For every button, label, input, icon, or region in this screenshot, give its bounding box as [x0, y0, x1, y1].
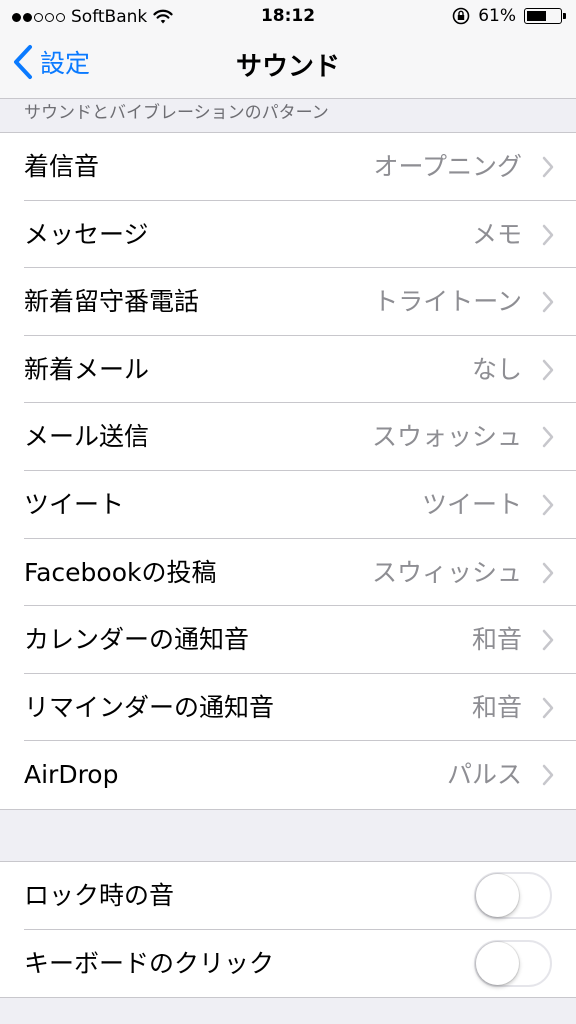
- sound-row-facebook-post[interactable]: Facebookの投稿 スウィッシュ: [0, 539, 576, 607]
- navigation-bar: 設定 サウンド: [0, 34, 576, 98]
- row-value: トライトーン: [373, 287, 522, 317]
- row-label: リマインダーの通知音: [24, 692, 275, 722]
- sound-row-airdrop[interactable]: AirDrop パルス: [0, 741, 576, 809]
- switch-knob: [476, 874, 519, 917]
- chevron-right-icon: [542, 427, 554, 448]
- row-label: メッセージ: [24, 219, 149, 249]
- row-label: ロック時の音: [24, 881, 175, 910]
- sound-list: 着信音 オープニング メッセージ メモ 新着留守番電話 トライトーン 新着メール…: [0, 133, 576, 809]
- row-value: なし: [471, 354, 522, 384]
- toggle-row-lock-sound: ロック時の音: [0, 862, 576, 930]
- row-label: メール送信: [24, 422, 150, 452]
- status-bar: SoftBank 18:12 61%: [0, 0, 576, 34]
- switch-knob: [476, 941, 519, 985]
- status-right: 61%: [452, 6, 566, 26]
- row-label: 着信音: [24, 152, 100, 181]
- section-header: サウンドとバイブレーションのパターン: [24, 103, 329, 123]
- keyboard-clicks-switch[interactable]: [474, 939, 552, 987]
- row-value: スウォッシュ: [371, 422, 522, 452]
- sound-row-sent-mail[interactable]: メール送信 スウォッシュ: [0, 403, 576, 471]
- chevron-right-icon: [542, 697, 554, 718]
- row-label: カレンダーの通知音: [24, 625, 250, 655]
- lock-sound-switch[interactable]: [474, 872, 552, 919]
- chevron-right-icon: [542, 629, 554, 651]
- sound-row-voicemail[interactable]: 新着留守番電話 トライトーン: [0, 268, 576, 336]
- row-value: オープニング: [373, 152, 522, 181]
- row-value: メモ: [471, 219, 522, 249]
- row-label: ツイート: [24, 489, 125, 519]
- sound-row-tweet[interactable]: ツイート ツイート: [0, 471, 576, 539]
- row-label: AirDrop: [24, 760, 119, 790]
- sound-row-message[interactable]: メッセージ メモ: [0, 201, 576, 269]
- chevron-right-icon: [542, 156, 554, 178]
- battery-icon: [524, 8, 566, 24]
- battery-level-fill: [527, 11, 546, 21]
- toggle-row-keyboard-clicks: キーボードのクリック: [0, 930, 576, 998]
- page-title: サウンド: [235, 52, 340, 82]
- row-value: パルス: [446, 760, 522, 790]
- row-label: キーボードのクリック: [24, 948, 275, 978]
- row-value: 和音: [471, 625, 522, 655]
- row-value: 和音: [471, 692, 522, 722]
- rotation-lock-icon: [452, 7, 470, 25]
- list-bottom-divider: [0, 809, 576, 810]
- chevron-right-icon: [542, 224, 554, 245]
- toggle-list: ロック時の音 キーボードのクリック: [0, 862, 576, 998]
- sound-row-new-mail[interactable]: 新着メール なし: [0, 336, 576, 404]
- row-value: ツイート: [421, 489, 522, 519]
- chevron-right-icon: [542, 562, 554, 583]
- chevron-right-icon: [542, 765, 554, 786]
- chevron-right-icon: [542, 359, 554, 381]
- chevron-right-icon: [542, 291, 554, 313]
- sound-row-calendar-alerts[interactable]: カレンダーの通知音 和音: [0, 606, 576, 674]
- row-label: 新着留守番電話: [24, 287, 200, 317]
- row-value: スウィッシュ: [371, 557, 522, 587]
- toggles-bottom-divider: [0, 997, 576, 998]
- row-label: 新着メール: [24, 354, 150, 384]
- battery-percent: 61%: [478, 6, 516, 26]
- row-label: Facebookの投稿: [24, 557, 217, 587]
- sound-row-ringtone[interactable]: 着信音 オープニング: [0, 133, 576, 201]
- chevron-right-icon: [542, 494, 554, 516]
- sound-row-reminder-alerts[interactable]: リマインダーの通知音 和音: [0, 674, 576, 742]
